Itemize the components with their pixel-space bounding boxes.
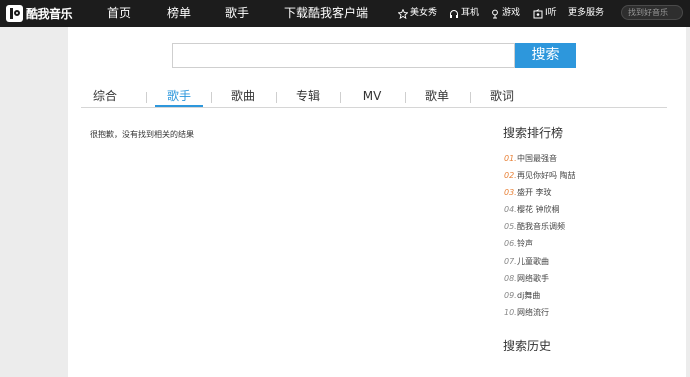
ranking-number: 03. (504, 188, 517, 198)
tab-divider (340, 92, 341, 103)
ranking-number: 09. (504, 290, 517, 300)
side-link-i-listen[interactable]: I听 (533, 0, 557, 27)
radio-icon (533, 8, 543, 18)
ranking-text: 中国最强音 (517, 154, 557, 163)
tab-divider (470, 92, 471, 103)
ranking-item[interactable]: 08.网络歌手 (504, 270, 664, 287)
search-button[interactable]: 搜索 (515, 43, 576, 68)
ranking-number: 06. (504, 239, 517, 249)
ranking-text: 再见你好吗 陶喆 (517, 171, 576, 181)
logo[interactable]: 酷我音乐 (6, 4, 73, 22)
star-icon (398, 8, 408, 19)
ranking-number: 05. (504, 222, 517, 232)
ranking-text: 盛开 李玟 (517, 188, 552, 198)
ranking-text: dj舞曲 (517, 290, 541, 300)
ranking-number: 10. (504, 307, 517, 317)
tab-divider (276, 92, 277, 103)
tab-lyrics[interactable]: 歌词 (478, 87, 526, 107)
nav-home[interactable]: 首页 (107, 0, 131, 27)
logo-text: 酷我音乐 (26, 6, 73, 21)
tab-albums[interactable]: 专辑 (284, 87, 332, 107)
ranking-item[interactable]: 01.中国最强音 (504, 150, 664, 167)
ranking-item[interactable]: 09.dj舞曲 (504, 287, 664, 304)
side-link-headphones[interactable]: 耳机 (449, 0, 479, 27)
search-ranking-title: 搜索排行榜 (503, 126, 564, 140)
ranking-text: 网络流行 (517, 307, 549, 317)
side-link-label: 游戏 (502, 8, 521, 18)
ranking-item[interactable]: 10.网络流行 (504, 304, 664, 321)
tab-all[interactable]: 综合 (81, 87, 129, 107)
tabs-underline (81, 107, 667, 108)
tab-songs[interactable]: 歌曲 (219, 87, 267, 107)
search-tabs: 综合 歌手 歌曲 专辑 MV 歌单 歌词 (81, 87, 666, 107)
side-link-more-services[interactable]: 更多服务 (568, 0, 604, 27)
top-search-input[interactable]: 找到好音乐 (621, 5, 683, 20)
ranking-item[interactable]: 03.盛开 李玟 (504, 184, 664, 201)
search-history-title: 搜索历史 (503, 339, 552, 353)
tab-artists[interactable]: 歌手 (155, 87, 203, 107)
ranking-text: 铃声 (517, 239, 533, 249)
ranking-number: 01. (504, 154, 517, 163)
tab-playlists[interactable]: 歌单 (413, 87, 461, 107)
ranking-number: 08. (504, 273, 517, 283)
ranking-item[interactable]: 04.樱花 钟欣桐 (504, 201, 664, 218)
ranking-item[interactable]: 06.铃声 (504, 235, 664, 252)
tab-divider (146, 92, 147, 103)
search-ranking-list: 01.中国最强音 02.再见你好吗 陶喆 03.盛开 李玟 04.樱花 钟欣桐 … (504, 150, 664, 321)
nav-artists[interactable]: 歌手 (225, 0, 249, 27)
ranking-text: 网络歌手 (517, 273, 549, 283)
side-link-label: 耳机 (461, 8, 480, 18)
main-panel: 搜索 综合 歌手 歌曲 专辑 MV 歌单 歌词 很抱歉，没有找到相关的结果 搜索… (68, 27, 686, 377)
nav-charts[interactable]: 榜单 (167, 0, 191, 27)
top-nav-bar: 酷我音乐 首页 榜单 歌手 下载酷我客户端 美女秀 耳机 游戏 I听 更多服务 … (0, 0, 690, 27)
ranking-text: 樱花 钟欣桐 (517, 205, 560, 215)
ranking-text: 儿童歌曲 (517, 256, 549, 266)
ranking-item[interactable]: 02.再见你好吗 陶喆 (504, 167, 664, 184)
top-search-placeholder: 找到好音乐 (628, 8, 668, 17)
ranking-item[interactable]: 05.酷我音乐调频 (504, 218, 664, 235)
ranking-number: 07. (504, 256, 517, 266)
side-link-beauty-show[interactable]: 美女秀 (398, 0, 437, 27)
side-link-label: I听 (545, 8, 557, 18)
empty-result-message: 很抱歉，没有找到相关的结果 (90, 130, 194, 139)
tab-divider (211, 92, 212, 103)
ranking-number: 04. (504, 205, 517, 215)
side-link-label: 更多服务 (568, 8, 605, 18)
kuwo-logo-icon (6, 4, 23, 22)
headphones-icon (450, 9, 458, 18)
ranking-text: 酷我音乐调频 (517, 222, 565, 232)
ranking-item[interactable]: 07.儿童歌曲 (504, 253, 664, 270)
search-input[interactable] (172, 43, 515, 68)
side-link-label: 美女秀 (410, 8, 438, 18)
tab-divider (405, 92, 406, 103)
game-icon (492, 9, 498, 18)
nav-download-client[interactable]: 下载酷我客户端 (284, 0, 368, 27)
ranking-number: 02. (504, 171, 517, 181)
side-link-games[interactable]: 游戏 (490, 0, 520, 27)
tab-mv[interactable]: MV (348, 87, 396, 107)
